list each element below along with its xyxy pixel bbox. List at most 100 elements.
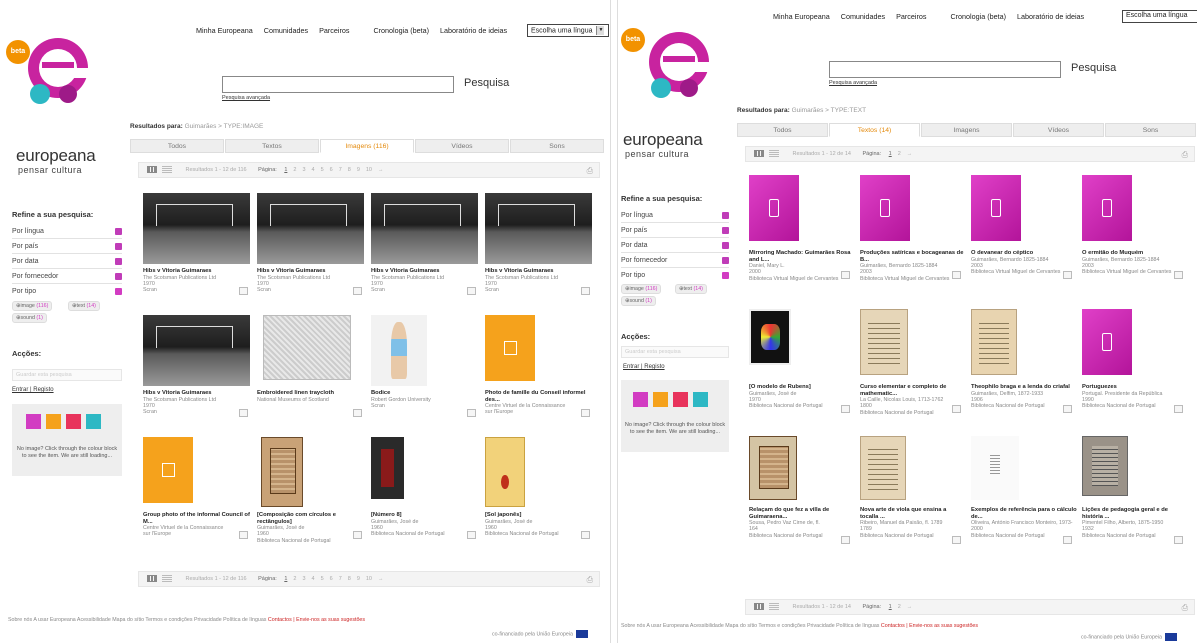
item-thumbnail[interactable] [749,436,797,500]
expand-icon[interactable] [115,228,122,235]
tab-textos[interactable]: Textos (14) [829,123,920,137]
search-button[interactable]: Pesquisa [1071,62,1116,74]
expand-icon[interactable] [722,242,729,249]
item-thumbnail[interactable] [371,315,427,386]
tab-sons[interactable]: Sons [510,139,604,153]
item-thumbnail[interactable] [263,315,351,380]
print-icon[interactable]: ⎙ [1182,147,1188,162]
video-type-icon[interactable] [673,392,688,407]
grid-view-icon[interactable] [754,150,764,158]
item-thumbnail[interactable] [860,309,908,375]
page-link[interactable]: 10 [366,167,372,173]
item-thumbnail[interactable] [143,315,250,386]
nav-minha-europeana[interactable]: Minha Europeana [196,26,253,35]
item-thumbnail[interactable] [143,437,193,503]
facet-pais[interactable]: Por país [621,224,729,238]
page-link[interactable]: 8 [348,167,351,173]
chip-text[interactable]: ⊕text (14) [675,284,707,294]
item-thumbnail[interactable] [257,193,364,264]
login-register-link[interactable]: Entrar | Registo [623,364,665,370]
advanced-search-link[interactable]: Pesquisa avançada [829,80,877,86]
list-view-icon[interactable] [162,166,172,174]
chip-sound[interactable]: ⊕sound (1) [12,313,47,323]
item-thumbnail[interactable] [971,436,1019,500]
expand-icon[interactable] [115,243,122,250]
page-link[interactable]: 6 [330,576,333,582]
page-link[interactable]: 4 [312,576,315,582]
page-link[interactable]: 2 [898,151,901,157]
item-thumbnail[interactable] [971,309,1017,375]
page-link[interactable]: 9 [357,167,360,173]
page-link[interactable]: 7 [339,576,342,582]
next-page-arrow[interactable]: → [378,167,384,173]
item-thumbnail[interactable] [1082,309,1132,375]
search-input[interactable] [222,76,454,93]
list-view-icon[interactable] [769,603,779,611]
item-thumbnail[interactable] [371,193,478,264]
page-link[interactable]: 1 [889,151,892,157]
facet-lingua[interactable]: Por língua [621,209,729,223]
grid-view-icon[interactable] [147,575,157,583]
facet-pais[interactable]: Por país [12,240,122,254]
page-link[interactable]: 2 [293,576,296,582]
nav-cronologia[interactable]: Cronologia (beta) [950,12,1006,21]
item-thumbnail[interactable] [485,315,535,381]
tab-imagens[interactable]: Imagens (116) [320,139,414,153]
expand-icon[interactable] [722,257,729,264]
item-thumbnail[interactable] [261,437,303,507]
text-type-icon[interactable] [633,392,648,407]
grid-view-icon[interactable] [754,603,764,611]
image-type-icon[interactable] [46,414,61,429]
page-link[interactable]: 2 [898,604,901,610]
nav-minha-europeana[interactable]: Minha Europeana [773,12,830,21]
nav-laboratorio[interactable]: Laboratório de ideias [1017,12,1084,21]
facet-tipo[interactable]: Por tipo [621,269,729,283]
page-link[interactable]: 7 [339,167,342,173]
next-page-arrow[interactable]: → [907,151,913,157]
save-query-field[interactable]: Guardar esta pesquisa [621,346,729,358]
facet-fornecedor[interactable]: Por fornecedor [621,254,729,268]
expand-icon[interactable] [115,273,122,280]
page-link[interactable]: 5 [321,167,324,173]
nav-parceiros[interactable]: Parceiros [896,12,926,21]
page-link[interactable]: 1 [889,604,892,610]
search-button[interactable]: Pesquisa [464,77,509,89]
image-type-icon[interactable] [653,392,668,407]
list-view-icon[interactable] [162,575,172,583]
item-thumbnail[interactable] [860,436,906,500]
grid-view-icon[interactable] [147,166,157,174]
item-thumbnail[interactable] [485,437,525,507]
facet-data[interactable]: Por data [12,255,122,269]
chip-sound[interactable]: ⊕sound (1) [621,296,656,306]
page-link[interactable]: 10 [366,576,372,582]
next-page-arrow[interactable]: → [378,576,384,582]
tab-textos[interactable]: Textos [225,139,319,153]
facet-fornecedor[interactable]: Por fornecedor [12,270,122,284]
search-input[interactable] [829,61,1061,78]
print-icon[interactable]: ⎙ [587,163,593,178]
page-link[interactable]: 2 [293,167,296,173]
nav-comunidades[interactable]: Comunidades [841,12,885,21]
item-thumbnail[interactable] [971,175,1021,241]
list-view-icon[interactable] [769,150,779,158]
login-register-link[interactable]: Entrar | Registo [12,387,54,393]
page-link[interactable]: 6 [330,167,333,173]
facet-tipo[interactable]: Por tipo [12,285,122,299]
europeana-logo[interactable] [635,28,721,138]
video-type-icon[interactable] [66,414,81,429]
chip-text[interactable]: ⊕text (14) [68,301,100,311]
tab-todos[interactable]: Todos [130,139,224,153]
print-icon[interactable]: ⎙ [1182,600,1188,615]
chip-image[interactable]: ⊕image (116) [12,301,53,311]
item-thumbnail[interactable] [143,193,250,264]
save-query-field[interactable]: Guardar esta pesquisa [12,369,122,381]
collapse-icon[interactable] [115,288,122,295]
text-type-icon[interactable] [26,414,41,429]
page-link[interactable]: 4 [312,167,315,173]
advanced-search-link[interactable]: Pesquisa avançada [222,95,270,101]
page-link[interactable]: 1 [284,167,287,173]
page-link[interactable]: 8 [348,576,351,582]
page-link[interactable]: 9 [357,576,360,582]
expand-icon[interactable] [722,212,729,219]
nav-cronologia[interactable]: Cronologia (beta) [373,26,429,35]
